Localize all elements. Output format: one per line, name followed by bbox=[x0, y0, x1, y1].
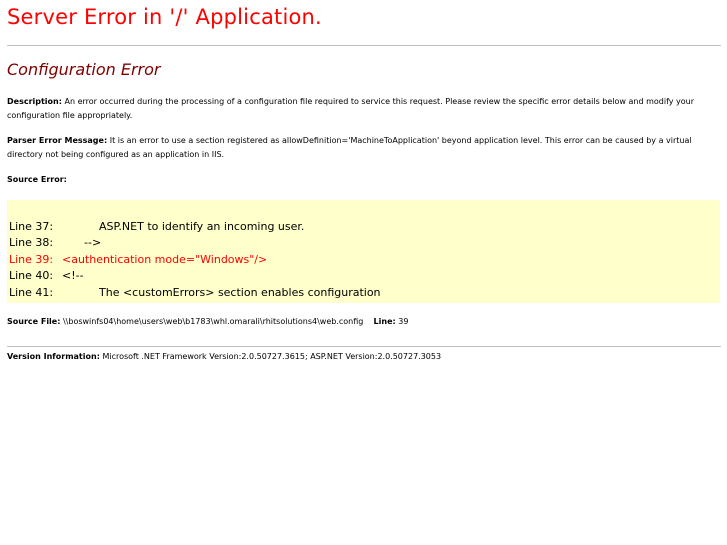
code-line-text: ASP.NET to identify an incoming user. bbox=[99, 220, 305, 233]
code-line-number: Line 39: bbox=[9, 253, 54, 266]
error-page: Server Error in '/' Application. Configu… bbox=[0, 0, 727, 545]
page-title: Server Error in '/' Application. bbox=[7, 5, 322, 29]
version-info-text: Microsoft .NET Framework Version:2.0.507… bbox=[102, 352, 442, 361]
header-divider bbox=[7, 45, 721, 46]
version-info-label: Version Information: bbox=[7, 352, 100, 361]
parser-error-section: Parser Error Message: It is an error to … bbox=[7, 134, 721, 162]
source-file-section: Source File: \\boswinfs04\home\users\web… bbox=[7, 315, 721, 329]
code-line-number: Line 38: bbox=[9, 236, 54, 249]
code-line-text: The <customErrors> section enables confi… bbox=[99, 286, 381, 299]
parser-error-label: Parser Error Message: bbox=[7, 136, 108, 145]
description-label: Description: bbox=[7, 97, 62, 106]
code-line: Line 38: --> bbox=[9, 235, 101, 251]
version-info-section: Version Information: Microsoft .NET Fram… bbox=[7, 350, 721, 364]
source-error-label: Source Error: bbox=[7, 175, 67, 184]
description-section: Description: An error occurred during th… bbox=[7, 95, 721, 123]
error-title: Configuration Error bbox=[7, 60, 161, 79]
source-file-label: Source File: bbox=[7, 317, 61, 326]
code-line: Line 40: <!-- bbox=[9, 268, 84, 284]
source-line-label: Line: bbox=[373, 317, 396, 326]
source-error-section: Source Error: bbox=[7, 173, 721, 187]
code-line-number: Line 40: bbox=[9, 269, 54, 282]
footer-divider bbox=[7, 346, 721, 347]
code-line-text: <authentication mode="Windows"/> bbox=[62, 253, 268, 266]
parser-error-text: It is an error to use a section register… bbox=[7, 136, 692, 159]
description-text: An error occurred during the processing … bbox=[7, 97, 695, 120]
source-file-path: \\boswinfs04\home\users\web\b1783\whl.om… bbox=[62, 317, 364, 326]
code-line-error: Line 39: <authentication mode="Windows"/> bbox=[9, 252, 267, 268]
code-line-number: Line 41: bbox=[9, 286, 54, 299]
code-line-number: Line 37: bbox=[9, 220, 54, 233]
code-line-text: <!-- bbox=[62, 269, 84, 282]
code-line: Line 37: ASP.NET to identify an incoming … bbox=[9, 219, 304, 235]
code-line: Line 41: The <customErrors> section enabl… bbox=[9, 285, 381, 301]
source-line-value: 39 bbox=[398, 317, 409, 326]
source-code-box: Line 37: ASP.NET to identify an incoming … bbox=[7, 200, 720, 303]
code-line-text: --> bbox=[84, 236, 102, 249]
